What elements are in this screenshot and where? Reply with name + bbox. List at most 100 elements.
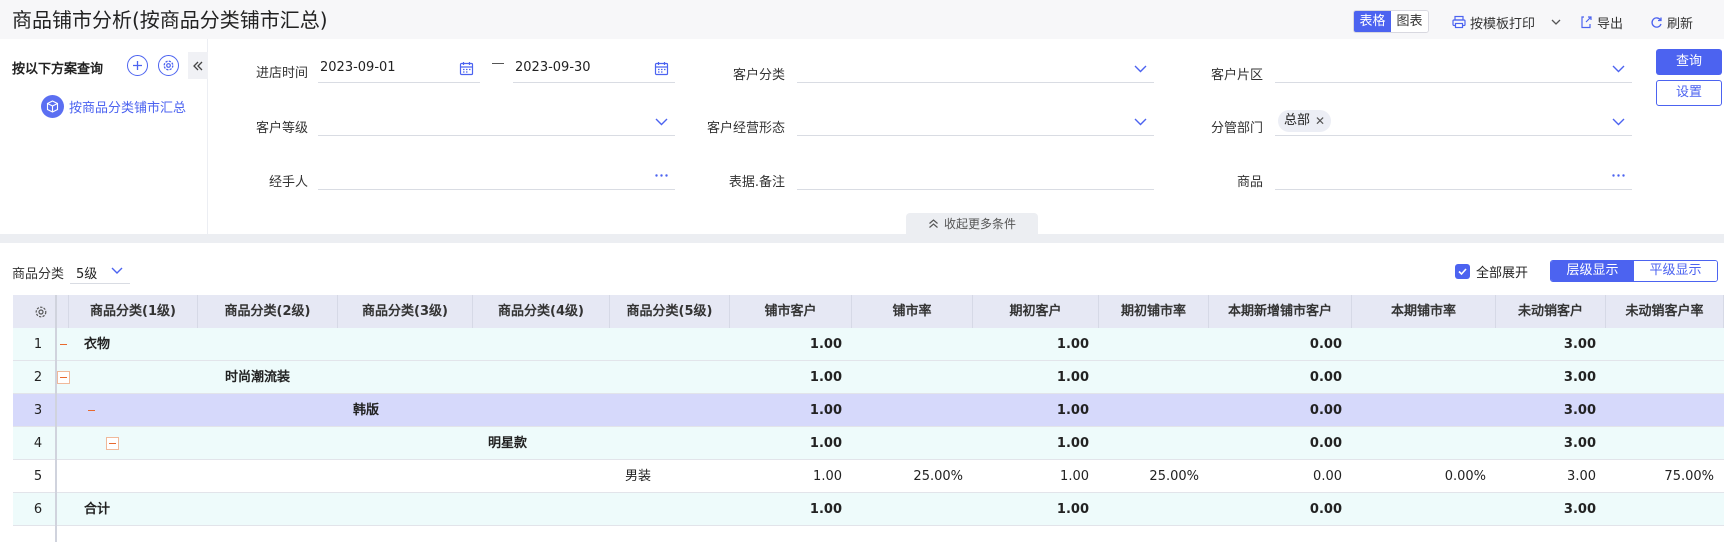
collapse-icon[interactable] (85, 404, 98, 417)
remove-tag-icon[interactable]: ✕ (1315, 110, 1325, 132)
column-header[interactable]: 未动销客户 (1496, 295, 1606, 328)
table-cell: 0.00 (1309, 436, 1342, 451)
product-label: 商品 (1236, 175, 1263, 190)
collapse-icon[interactable] (57, 371, 70, 384)
category-level-select[interactable]: 5级 (70, 258, 130, 284)
table-cell (1099, 361, 1199, 394)
column-header[interactable]: 商品分类(4级) (473, 295, 610, 328)
column-header[interactable]: 商品分类(5级) (610, 295, 730, 328)
table-row[interactable]: 3 韩版 1.00 1.00 0.00 3.00 (13, 394, 1724, 427)
collapse-more-label: 收起更多条件 (943, 217, 1016, 231)
print-button[interactable]: 按模板打印 (1452, 12, 1535, 32)
column-header[interactable]: 本期铺市率 (1352, 295, 1496, 328)
table-cell: 25.00% (1149, 469, 1199, 484)
expand-all-checkbox[interactable]: 全部展开 (1455, 262, 1528, 281)
plan-item[interactable]: 按商品分类铺市汇总 (41, 95, 186, 118)
table-cell (852, 361, 963, 394)
handler-field[interactable] (318, 162, 675, 190)
dept-tag: 总部 ✕ (1278, 110, 1332, 132)
view-table-button[interactable]: 表格 (1354, 11, 1391, 32)
date-to-field[interactable]: 2023-09-30 (513, 55, 675, 83)
table-cell: 3.00 (1563, 436, 1596, 451)
table-cell (625, 361, 730, 394)
column-header[interactable]: 商品分类(2级) (198, 295, 338, 328)
column-header[interactable]: 商品分类(1级) (69, 295, 198, 328)
table-row[interactable]: 1 衣物 1.00 1.00 0.00 3.00 (13, 328, 1724, 361)
page-title: 商品铺市分析(按商品分类铺市汇总) (12, 8, 328, 32)
customer-level-select[interactable] (318, 108, 675, 136)
settings-button[interactable]: 设置 (1656, 80, 1722, 106)
customer-class-select[interactable] (797, 55, 1154, 83)
table-cell (1352, 493, 1486, 526)
collapse-icon[interactable] (106, 437, 119, 450)
table-cell (84, 361, 198, 394)
column-header[interactable]: 本期新增铺市客户 (1209, 295, 1352, 328)
dept-select[interactable]: 总部 ✕ (1275, 108, 1632, 136)
column-header[interactable]: 期初客户 (973, 295, 1099, 328)
table-cell: 衣物 (84, 337, 111, 352)
chevron-down-icon (655, 118, 668, 126)
add-plan-button[interactable] (127, 55, 148, 76)
table-cell (1099, 427, 1199, 460)
table-cell: 0.00 (1313, 469, 1342, 484)
date-from-value: 2023-09-01 (320, 60, 396, 75)
remark-field[interactable] (797, 162, 1154, 190)
table-cell: 0.00% (1444, 469, 1486, 484)
plan-label: 按以下方案查询 (12, 62, 104, 77)
table-cell (84, 394, 198, 427)
table-cell: 合计 (84, 502, 111, 517)
collapse-panel-button[interactable] (188, 52, 208, 79)
table-cell (1352, 328, 1486, 361)
collapse-more-button[interactable]: 收起更多条件 (906, 213, 1038, 234)
table-row[interactable]: 6 合计 1.00 1.00 0.00 3.00 (13, 493, 1724, 526)
table-row[interactable]: 4 明星款 1.00 1.00 0.00 3.00 (13, 427, 1724, 460)
column-header[interactable]: 期初铺市率 (1099, 295, 1209, 328)
customer-area-select[interactable] (1275, 55, 1632, 83)
flat-mode-button[interactable]: 平级显示 (1634, 261, 1717, 281)
table-row[interactable]: 2 时尚潮流装 1.00 1.00 0.00 3.00 (13, 361, 1724, 394)
table-cell (1352, 394, 1486, 427)
print-template-dropdown[interactable] (1550, 12, 1566, 32)
table-cell (625, 328, 730, 361)
table-cell (225, 493, 350, 526)
table-row[interactable]: 5 男装 1.00 25.00% 1.00 25.00% 0.00 0.00% 3.00 75.0… (13, 460, 1724, 493)
refresh-label: 刷新 (1667, 16, 1694, 32)
table-cell: 0.00 (1309, 370, 1342, 385)
column-settings-button[interactable] (13, 295, 69, 328)
plus-icon (133, 61, 142, 70)
column-header[interactable]: 铺市客户 (730, 295, 852, 328)
export-button[interactable]: 导出 (1580, 12, 1623, 32)
refresh-button[interactable]: 刷新 (1650, 12, 1693, 32)
column-header[interactable]: 铺市率 (852, 295, 973, 328)
plan-panel: 按以下方案查询 按商品分类铺市汇总 (0, 39, 208, 234)
tree-mode-button[interactable]: 层级显示 (1551, 261, 1634, 281)
table-cell: 1.00 (809, 337, 842, 352)
printer-icon (1452, 15, 1466, 29)
collapse-icon[interactable] (57, 338, 70, 351)
column-header[interactable]: 未动销客户率 (1606, 295, 1724, 328)
export-label: 导出 (1597, 16, 1624, 32)
table-cell: 3.00 (1567, 469, 1596, 484)
product-field[interactable] (1275, 162, 1632, 190)
table-cell: 时尚潮流装 (225, 370, 291, 385)
customer-form-select[interactable] (797, 108, 1154, 136)
query-button[interactable]: 查询 (1656, 49, 1722, 75)
table-cell: 1.00 (1056, 337, 1089, 352)
date-label: 进店时间 (255, 66, 308, 81)
view-chart-button[interactable]: 图表 (1391, 11, 1428, 32)
table-cell: 3.00 (1563, 502, 1596, 517)
table-cell: 0.00 (1309, 403, 1342, 418)
expand-all-label: 全部展开 (1476, 266, 1529, 281)
display-mode-toggle: 层级显示 平级显示 (1550, 260, 1718, 282)
plan-settings-button[interactable] (158, 55, 179, 76)
customer-form-label: 客户经营形态 (706, 121, 785, 136)
table-cell (1099, 493, 1199, 526)
column-header[interactable]: 商品分类(3级) (338, 295, 473, 328)
frozen-column-divider (55, 295, 57, 542)
customer-area-label: 客户片区 (1210, 68, 1263, 83)
dept-label: 分管部门 (1210, 121, 1263, 136)
date-from-field[interactable]: 2023-09-01 (318, 55, 480, 83)
customer-class-label: 客户分类 (732, 68, 785, 83)
table-cell (1606, 394, 1714, 427)
table-cell: 1.00 (1056, 502, 1089, 517)
